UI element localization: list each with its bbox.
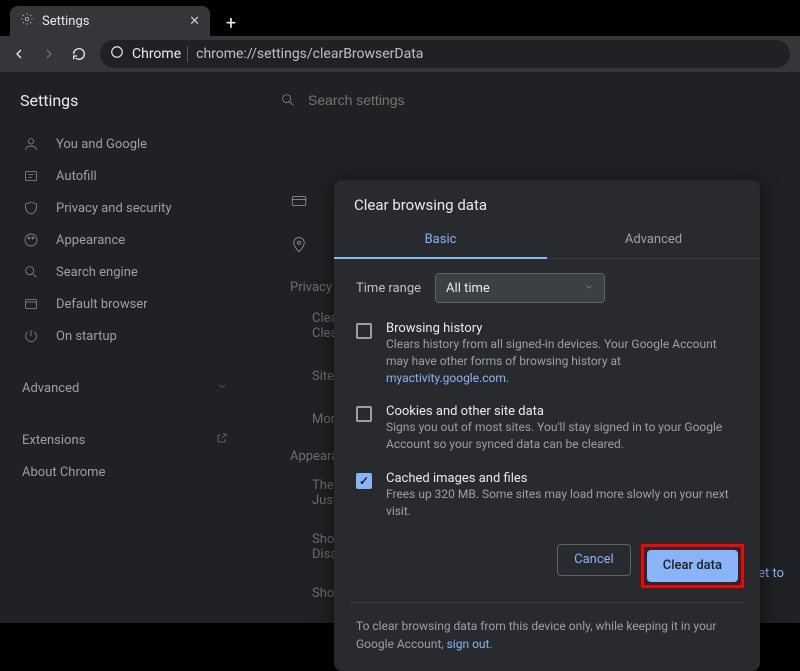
chrome-icon [110, 45, 124, 63]
option-cached[interactable]: Cached images and files Frees up 320 MB.… [356, 471, 738, 520]
page-title: Settings [20, 91, 280, 110]
settings-page: Settings You and Google Autofill Privacy… [0, 72, 800, 623]
myactivity-link[interactable]: myactivity.google.com [386, 371, 506, 385]
option-desc: Frees up 320 MB. Some sites may load mor… [386, 486, 738, 520]
option-title: Browsing history [386, 321, 738, 336]
sidebar-item-you-and-google[interactable]: You and Google [16, 128, 234, 160]
sidebar-item-label: On startup [56, 329, 117, 344]
search-icon [22, 264, 40, 280]
tab-strip: Settings ✕ + [0, 0, 800, 36]
sidebar: You and Google Autofill Privacy and secu… [0, 128, 250, 488]
toolbar: Chrome chrome://settings/clearBrowserDat… [0, 36, 800, 72]
sidebar-advanced[interactable]: Advanced [16, 372, 234, 404]
sidebar-item-label: You and Google [56, 137, 147, 152]
person-icon [22, 136, 40, 152]
option-title: Cookies and other site data [386, 404, 738, 419]
sidebar-item-label: Default browser [56, 297, 148, 312]
back-button[interactable] [10, 45, 28, 63]
option-browsing-history[interactable]: Browsing history Clears history from all… [356, 321, 738, 386]
power-icon [22, 328, 40, 344]
sidebar-item-appearance[interactable]: Appearance [16, 224, 234, 256]
dialog-tabs: Basic Advanced [334, 222, 760, 259]
time-range-select[interactable]: All time [435, 273, 605, 303]
sidebar-item-default-browser[interactable]: Default browser [16, 288, 234, 320]
highlight-box: Clear data [641, 544, 744, 588]
sign-out-link[interactable]: sign out [447, 637, 490, 651]
sidebar-item-label: Appearance [56, 233, 125, 248]
tab-title: Settings [42, 14, 89, 29]
reload-button[interactable] [70, 45, 88, 63]
time-range-value: All time [446, 281, 490, 296]
forward-button[interactable] [40, 45, 58, 63]
shield-icon [22, 200, 40, 216]
sidebar-item-on-startup[interactable]: On startup [16, 320, 234, 352]
location-icon [290, 236, 308, 254]
search-input[interactable] [306, 91, 491, 109]
clear-data-button[interactable]: Clear data [647, 550, 738, 582]
option-desc: Signs you out of most sites. You'll stay… [386, 419, 738, 453]
sidebar-about-label: About Chrome [22, 465, 105, 480]
sidebar-item-privacy[interactable]: Privacy and security [16, 192, 234, 224]
tab-advanced[interactable]: Advanced [547, 222, 760, 259]
sidebar-about[interactable]: About Chrome [16, 456, 234, 488]
sidebar-item-search-engine[interactable]: Search engine [16, 256, 234, 288]
time-range-label: Time range [356, 281, 421, 296]
new-tab-button[interactable]: + [218, 10, 244, 36]
dialog-footer: To clear browsing data from this device … [334, 603, 760, 671]
sidebar-item-label: Autofill [56, 169, 97, 184]
external-link-icon [216, 432, 228, 448]
search-settings[interactable] [280, 91, 780, 109]
sidebar-item-label: Search engine [56, 265, 138, 280]
dialog-actions: Cancel Clear data [334, 524, 760, 602]
gear-icon [20, 12, 34, 30]
search-icon [280, 92, 296, 108]
card-icon [290, 192, 308, 210]
cancel-button[interactable]: Cancel [557, 544, 631, 576]
omnibox[interactable]: Chrome chrome://settings/clearBrowserDat… [100, 40, 790, 68]
clear-data-dialog: Clear browsing data Basic Advanced Time … [334, 180, 760, 671]
palette-icon [22, 232, 40, 248]
checkbox-cookies[interactable] [356, 406, 372, 422]
sidebar-advanced-label: Advanced [22, 381, 79, 396]
option-title: Cached images and files [386, 471, 738, 486]
omnibox-prefix: Chrome [132, 46, 188, 62]
browser-icon [22, 296, 40, 312]
page-header: Settings [0, 72, 800, 128]
option-desc: Clears history from all signed-in device… [386, 336, 738, 386]
checkbox-cached[interactable] [356, 473, 372, 489]
sidebar-extensions[interactable]: Extensions [16, 424, 234, 456]
dialog-title: Clear browsing data [334, 180, 760, 222]
sidebar-item-autofill[interactable]: Autofill [16, 160, 234, 192]
omnibox-url: chrome://settings/clearBrowserData [196, 46, 423, 62]
chevron-down-icon [584, 281, 594, 296]
checkbox-browsing-history[interactable] [356, 323, 372, 339]
chevron-down-icon [216, 380, 228, 396]
autofill-icon [22, 168, 40, 184]
sidebar-item-label: Privacy and security [56, 201, 172, 216]
sidebar-extensions-label: Extensions [22, 433, 85, 448]
browser-tab[interactable]: Settings ✕ [10, 6, 210, 36]
option-cookies[interactable]: Cookies and other site data Signs you ou… [356, 404, 738, 453]
close-tab-icon[interactable]: ✕ [189, 14, 200, 29]
tab-basic[interactable]: Basic [334, 222, 547, 259]
